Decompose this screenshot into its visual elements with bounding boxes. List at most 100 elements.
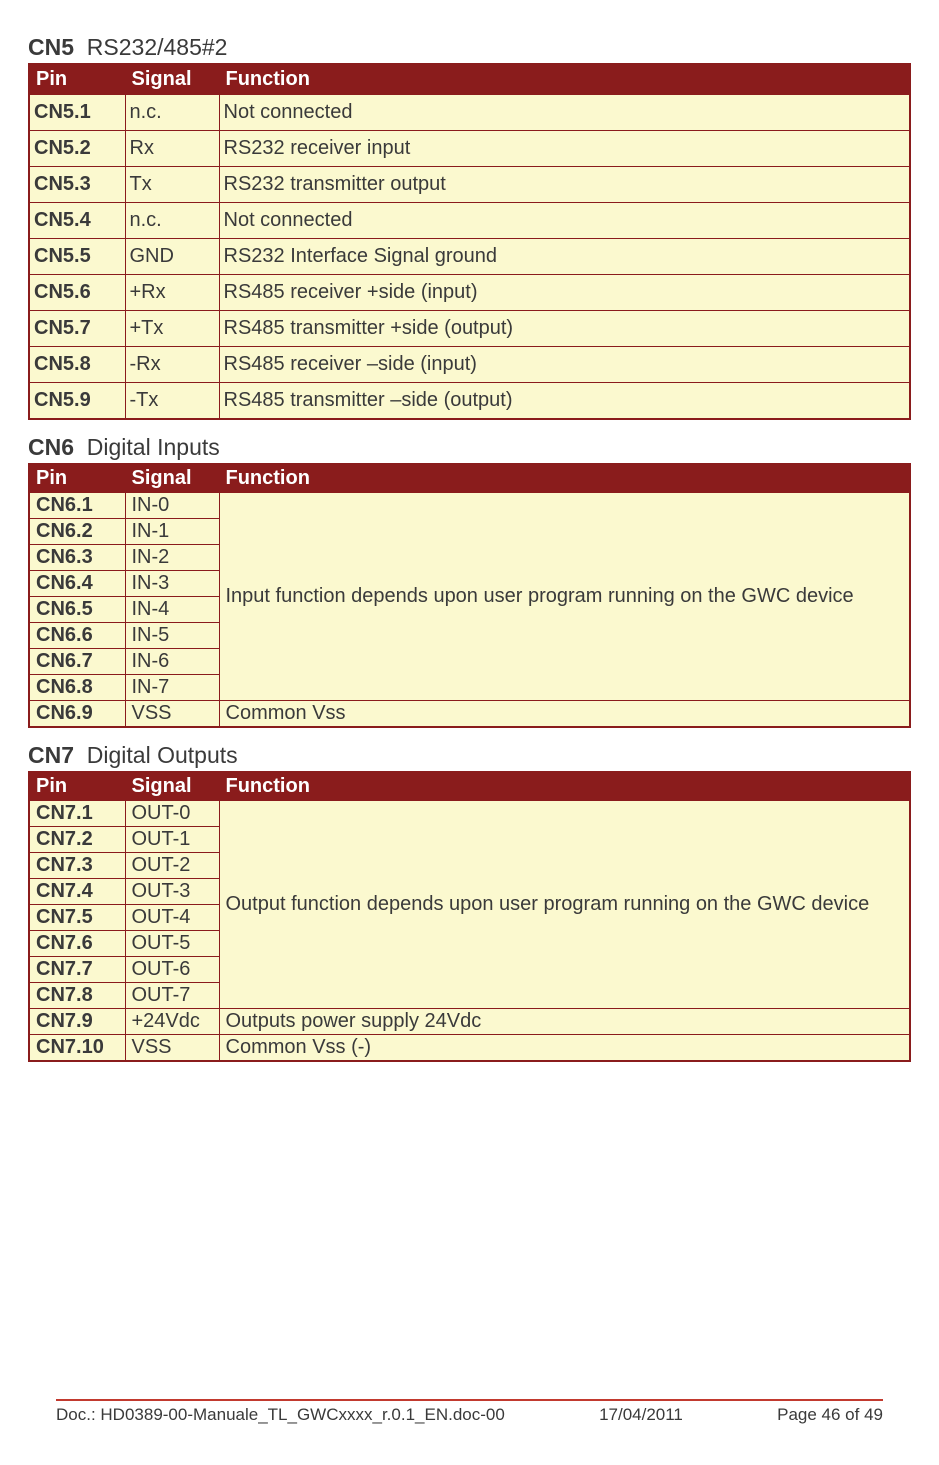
function-cell: Common Vss (-)	[219, 1035, 910, 1062]
signal-cell: OUT-6	[125, 957, 219, 983]
signal-cell: OUT-5	[125, 931, 219, 957]
signal-cell: IN-6	[125, 649, 219, 675]
pin-cell: CN6.3	[29, 545, 125, 571]
cn5-table: Pin Signal Function CN5.1n.c.Not connect…	[28, 63, 911, 420]
pin-cell: CN7.4	[29, 879, 125, 905]
table-row: CN7.10VSSCommon Vss (-)	[29, 1035, 910, 1062]
function-cell: RS485 receiver +side (input)	[219, 275, 910, 311]
pin-cell: CN5.6	[29, 275, 125, 311]
signal-cell: OUT-1	[125, 827, 219, 853]
table-row: CN5.8-RxRS485 receiver –side (input)	[29, 347, 910, 383]
pin-cell: CN7.3	[29, 853, 125, 879]
signal-cell: GND	[125, 239, 219, 275]
pin-cell: CN5.3	[29, 167, 125, 203]
signal-cell: IN-7	[125, 675, 219, 701]
cn5-title-bold: CN5	[28, 34, 74, 60]
signal-cell: OUT-2	[125, 853, 219, 879]
signal-cell: IN-5	[125, 623, 219, 649]
th-function: Function	[219, 464, 910, 493]
function-cell-merged: Output function depends upon user progra…	[219, 801, 910, 1009]
signal-cell: IN-0	[125, 493, 219, 519]
signal-cell: +24Vdc	[125, 1009, 219, 1035]
pin-cell: CN5.2	[29, 131, 125, 167]
pin-cell: CN6.6	[29, 623, 125, 649]
page-footer: Doc.: HD0389-00-Manuale_TL_GWCxxxx_r.0.1…	[56, 1399, 883, 1425]
function-cell: RS485 receiver –side (input)	[219, 347, 910, 383]
cn6-table: Pin Signal Function CN6.1IN-0Input funct…	[28, 463, 911, 728]
cn5-title-rest: RS232/485#2	[87, 34, 228, 60]
pin-cell: CN7.5	[29, 905, 125, 931]
signal-cell: -Tx	[125, 383, 219, 420]
th-function: Function	[219, 64, 910, 95]
pin-cell: CN6.7	[29, 649, 125, 675]
table-row: CN5.3TxRS232 transmitter output	[29, 167, 910, 203]
signal-cell: IN-2	[125, 545, 219, 571]
pin-cell: CN7.9	[29, 1009, 125, 1035]
signal-cell: Tx	[125, 167, 219, 203]
th-signal: Signal	[125, 772, 219, 801]
pin-cell: CN6.5	[29, 597, 125, 623]
th-pin: Pin	[29, 464, 125, 493]
signal-cell: IN-1	[125, 519, 219, 545]
th-signal: Signal	[125, 464, 219, 493]
table-row: CN5.4n.c.Not connected	[29, 203, 910, 239]
function-cell: Not connected	[219, 95, 910, 131]
pin-cell: CN7.6	[29, 931, 125, 957]
pin-cell: CN7.7	[29, 957, 125, 983]
table-row: CN5.7+TxRS485 transmitter +side (output)	[29, 311, 910, 347]
pin-cell: CN5.9	[29, 383, 125, 420]
signal-cell: OUT-3	[125, 879, 219, 905]
cn5-title: CN5 RS232/485#2	[28, 34, 911, 61]
function-cell: Not connected	[219, 203, 910, 239]
signal-cell: n.c.	[125, 203, 219, 239]
table-row: CN5.9-TxRS485 transmitter –side (output)	[29, 383, 910, 420]
cn7-table: Pin Signal Function CN7.1OUT-0Output fun…	[28, 771, 911, 1062]
pin-cell: CN6.4	[29, 571, 125, 597]
cn7-title: CN7 Digital Outputs	[28, 742, 911, 769]
cn6-title-rest: Digital Inputs	[87, 434, 220, 460]
signal-cell: IN-4	[125, 597, 219, 623]
pin-cell: CN6.2	[29, 519, 125, 545]
table-header-row: Pin Signal Function	[29, 464, 910, 493]
function-cell: Outputs power supply 24Vdc	[219, 1009, 910, 1035]
th-signal: Signal	[125, 64, 219, 95]
function-cell: RS485 transmitter –side (output)	[219, 383, 910, 420]
pin-cell: CN6.1	[29, 493, 125, 519]
function-cell: Common Vss	[219, 701, 910, 728]
table-row: CN6.9VSSCommon Vss	[29, 701, 910, 728]
function-cell: RS232 receiver input	[219, 131, 910, 167]
table-row: CN5.1n.c.Not connected	[29, 95, 910, 131]
pin-cell: CN5.8	[29, 347, 125, 383]
pin-cell: CN6.9	[29, 701, 125, 728]
table-row: CN7.9+24VdcOutputs power supply 24Vdc	[29, 1009, 910, 1035]
pin-cell: CN7.1	[29, 801, 125, 827]
th-pin: Pin	[29, 64, 125, 95]
signal-cell: VSS	[125, 701, 219, 728]
signal-cell: OUT-0	[125, 801, 219, 827]
function-cell-merged: Input function depends upon user program…	[219, 493, 910, 701]
table-header-row: Pin Signal Function	[29, 64, 910, 95]
signal-cell: VSS	[125, 1035, 219, 1062]
table-row: CN5.2RxRS232 receiver input	[29, 131, 910, 167]
cn7-title-rest: Digital Outputs	[87, 742, 238, 768]
pin-cell: CN5.7	[29, 311, 125, 347]
cn6-title-bold: CN6	[28, 434, 74, 460]
table-row: CN5.6+RxRS485 receiver +side (input)	[29, 275, 910, 311]
pin-cell: CN7.8	[29, 983, 125, 1009]
signal-cell: n.c.	[125, 95, 219, 131]
pin-cell: CN7.10	[29, 1035, 125, 1062]
footer-date: 17/04/2011	[599, 1405, 683, 1425]
signal-cell: -Rx	[125, 347, 219, 383]
pin-cell: CN6.8	[29, 675, 125, 701]
table-row: CN5.5GNDRS232 Interface Signal ground	[29, 239, 910, 275]
function-cell: RS232 Interface Signal ground	[219, 239, 910, 275]
pin-cell: CN5.4	[29, 203, 125, 239]
signal-cell: OUT-4	[125, 905, 219, 931]
signal-cell: Rx	[125, 131, 219, 167]
table-row: CN7.1OUT-0Output function depends upon u…	[29, 801, 910, 827]
footer-doc: Doc.: HD0389-00-Manuale_TL_GWCxxxx_r.0.1…	[56, 1405, 505, 1425]
table-row: CN6.1IN-0Input function depends upon use…	[29, 493, 910, 519]
signal-cell: +Rx	[125, 275, 219, 311]
table-header-row: Pin Signal Function	[29, 772, 910, 801]
footer-page: Page 46 of 49	[777, 1405, 883, 1425]
